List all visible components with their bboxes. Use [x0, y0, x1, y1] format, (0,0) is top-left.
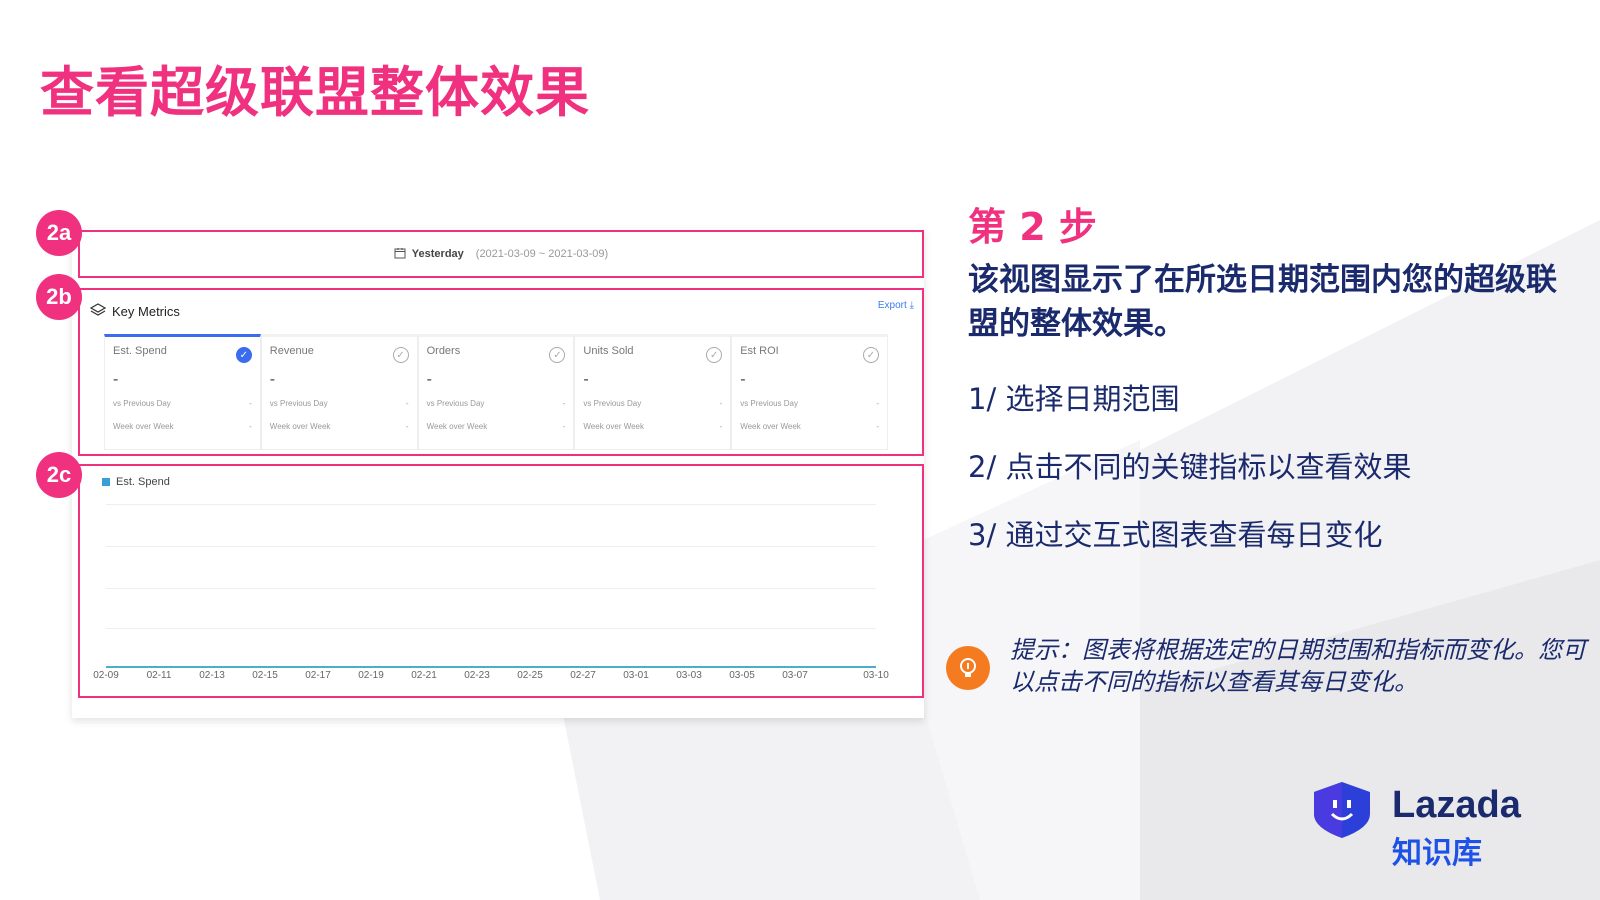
metric-value: -	[740, 371, 746, 388]
metric-card-orders[interactable]: Orders ✓ - vs Previous Day - Week over We…	[417, 334, 575, 450]
calendar-icon	[394, 247, 406, 262]
metric-value: -	[426, 371, 432, 388]
metric-row-label: Week over Week	[740, 422, 801, 431]
legend-swatch	[102, 478, 110, 486]
badge-2a: 2a	[36, 210, 82, 256]
metric-name: Est. Spend	[113, 345, 167, 357]
page-title: 查看超级联盟整体效果	[40, 61, 590, 124]
date-range: (2021-03-09 ~ 2021-03-09)	[475, 248, 609, 260]
logo-wordmark: Lazada	[1392, 784, 1521, 826]
badge-2c: 2c	[36, 452, 82, 498]
check-icon[interactable]: ✓	[235, 347, 252, 363]
x-tick-label: 03-07	[782, 670, 808, 681]
metrics-row: Est. Spend ✓ - vs Previous Day - Week ove…	[104, 334, 888, 450]
x-tick-label: 02-17	[305, 670, 331, 681]
metric-name: Orders	[426, 345, 461, 357]
gridline	[106, 546, 876, 547]
check-icon[interactable]: ✓	[549, 347, 566, 363]
x-tick-label: 03-10	[863, 670, 889, 681]
gridline	[106, 628, 876, 629]
x-tick-label: 02-15	[252, 670, 278, 681]
metric-value: -	[269, 371, 276, 388]
x-tick-label: 02-21	[411, 670, 437, 681]
metric-row-label: vs Previous Day	[269, 399, 328, 408]
logo-subtitle: 知识库	[1392, 836, 1482, 871]
metric-row-value: -	[562, 422, 566, 431]
metric-name: Units Sold	[583, 345, 634, 357]
metric-row-label: vs Previous Day	[426, 399, 485, 408]
metric-row-value: -	[876, 399, 879, 408]
x-tick-label: 03-01	[623, 670, 649, 681]
lightbulb-icon	[946, 646, 990, 690]
metric-row-value: -	[249, 422, 252, 431]
metric-value: -	[113, 371, 119, 388]
x-tick-label: 02-25	[517, 670, 543, 681]
export-button[interactable]: Export ⤓	[878, 300, 914, 311]
metric-row-label: vs Previous Day	[583, 399, 642, 408]
metric-card-units-sold[interactable]: Units Sold ✓ - vs Previous Day - Week ove…	[574, 334, 732, 450]
metric-card-revenue[interactable]: Revenue ✓ - vs Previous Day - Week over W…	[260, 334, 418, 450]
date-label: Yesterday	[411, 248, 464, 260]
metric-row-value: -	[249, 399, 252, 408]
step-label: 第 2 步	[968, 205, 1097, 249]
metric-row-label: vs Previous Day	[113, 399, 171, 408]
x-tick-label: 02-09	[93, 670, 119, 681]
metric-name: Revenue	[269, 345, 314, 357]
step-item-3: 3/ 通过交互式图表查看每日变化	[968, 518, 1383, 552]
metric-card-est-spend[interactable]: Est. Spend ✓ - vs Previous Day - Week ove…	[104, 334, 261, 450]
chart-frame[interactable]: Est. Spend 02-09 02-11 02-13 02-15 02-17 02-1…	[78, 464, 924, 698]
metric-value: -	[583, 371, 589, 388]
metric-row-label: Week over Week	[583, 422, 645, 431]
date-selector[interactable]: Yesterday (2021-03-09 ~ 2021-03-09)	[80, 232, 922, 276]
metric-row-value: -	[405, 399, 409, 408]
metric-row-label: Week over Week	[269, 422, 331, 431]
key-metrics-title: Key Metrics	[112, 304, 180, 319]
step-item-1: 1/ 选择日期范围	[968, 382, 1180, 416]
metric-card-est-roi[interactable]: Est ROI ✓ - vs Previous Day - Week over W…	[731, 334, 888, 450]
chart-legend[interactable]: Est. Spend	[102, 476, 170, 488]
series-line	[106, 666, 876, 668]
gridline	[106, 588, 876, 589]
x-tick-label: 02-27	[570, 670, 596, 681]
step-item-2: 2/ 点击不同的关键指标以查看效果	[968, 450, 1412, 484]
x-tick-label: 02-19	[358, 670, 384, 681]
metric-name: Est ROI	[740, 345, 779, 357]
step-description: 该视图显示了在所选日期范围内您的超级联盟的整体效果。	[968, 262, 1557, 342]
metric-row-label: Week over Week	[113, 422, 174, 431]
metric-row-label: vs Previous Day	[740, 399, 798, 408]
metric-row-value: -	[719, 399, 723, 408]
x-tick-label: 02-23	[464, 670, 490, 681]
check-icon[interactable]: ✓	[392, 347, 409, 363]
lazada-logo-icon	[1314, 782, 1370, 838]
badge-2b: 2b	[36, 274, 82, 320]
metric-row-label: Week over Week	[426, 422, 488, 431]
tip-text: 提示：图表将根据选定的日期范围和指标而变化。您可以点击不同的指标以查看其每日变化…	[1010, 636, 1586, 696]
key-metrics-header: Key Metrics	[89, 302, 180, 321]
x-tick-label: 02-11	[146, 670, 172, 681]
metric-row-value: -	[405, 422, 409, 431]
x-tick-label: 03-05	[729, 670, 755, 681]
date-selector-frame[interactable]: Yesterday (2021-03-09 ~ 2021-03-09)	[78, 230, 924, 278]
key-metrics-frame: Key Metrics Export ⤓ Est. Spend ✓ - vs P…	[78, 288, 924, 456]
layers-icon	[89, 302, 107, 321]
metric-row-value: -	[876, 422, 879, 431]
metric-row-value: -	[719, 422, 723, 431]
check-icon[interactable]: ✓	[862, 347, 879, 363]
x-tick-label: 02-13	[199, 670, 225, 681]
gridline	[106, 504, 876, 505]
legend-label: Est. Spend	[116, 476, 170, 488]
x-tick-label: 03-03	[676, 670, 702, 681]
metric-row-value: -	[562, 399, 566, 408]
check-icon[interactable]: ✓	[706, 347, 723, 363]
